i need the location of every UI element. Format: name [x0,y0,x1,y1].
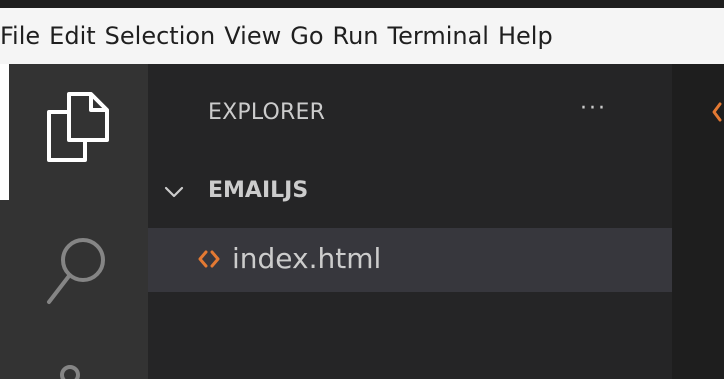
folder-label: EMAILJS [208,178,309,203]
more-actions-button[interactable]: ··· [580,96,607,121]
editor-area [672,64,724,379]
html-file-icon[interactable] [710,100,724,124]
menu-file[interactable]: File [0,24,40,48]
menu-go[interactable]: Go [290,24,323,48]
menu-help[interactable]: Help [498,24,553,48]
menu-bar: File Edit Selection View Go Run Terminal… [0,8,724,64]
menu-view[interactable]: View [224,24,281,48]
chevron-down-icon [162,180,186,204]
file-label: index.html [232,242,382,275]
menu-edit[interactable]: Edit [49,24,95,48]
menu-run[interactable]: Run [333,24,379,48]
menu-selection[interactable]: Selection [105,24,216,48]
search-icon[interactable] [45,234,109,310]
menu-terminal[interactable]: Terminal [388,24,489,48]
activity-bar [9,64,148,379]
folder-row-emailjs[interactable]: EMAILJS [148,172,672,212]
window-edge-dark [0,200,9,379]
window-top-edge [0,0,724,8]
file-row-index-html[interactable]: index.html [148,228,672,292]
explorer-files-icon[interactable] [45,90,111,162]
source-control-icon[interactable] [55,360,85,379]
html-file-icon [198,248,220,270]
explorer-sidebar: EXPLORER ··· EMAILJS index.html [148,64,672,379]
window-edge [0,64,9,200]
explorer-title: EXPLORER [208,100,326,125]
